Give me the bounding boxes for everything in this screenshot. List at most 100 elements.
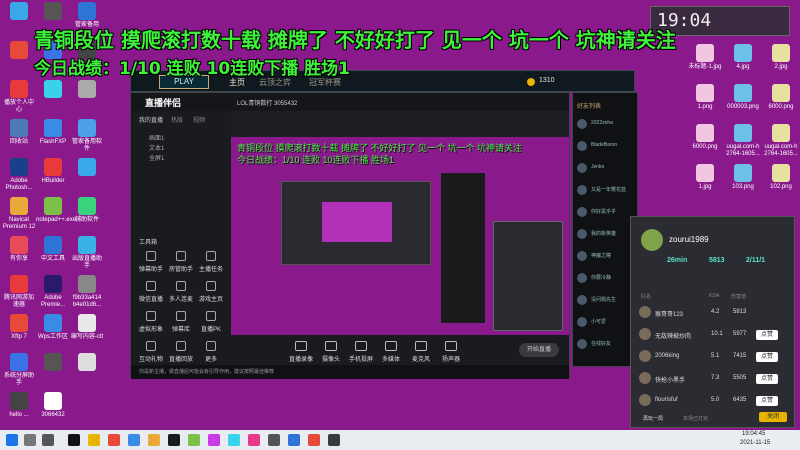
app-icon-8[interactable] <box>268 434 280 446</box>
desktop-icon[interactable]: 有你享 <box>2 236 36 263</box>
friend-item[interactable]: 神魔之瞳 <box>577 249 637 265</box>
desktop-icon[interactable] <box>2 2 36 22</box>
app-icon-1[interactable] <box>128 434 140 446</box>
scene-item-3[interactable]: 全屏1 <box>149 153 164 162</box>
taskbar-date[interactable]: 2021-11-15 <box>740 440 770 446</box>
tool-button[interactable]: 微信直播 <box>137 281 165 303</box>
app-icon-3[interactable] <box>168 434 180 446</box>
file-icon[interactable]: 1.png <box>688 84 722 111</box>
desktop-icon[interactable]: hello ... <box>2 392 36 419</box>
bottom-tool-button[interactable]: 麦克风 <box>407 341 435 363</box>
desktop-icon[interactable]: Adobe Premie... <box>36 275 70 308</box>
file-icon[interactable]: 1.jpg <box>688 164 722 191</box>
file-icon[interactable]: 103.png <box>726 164 760 191</box>
folder-icon[interactable] <box>88 434 100 446</box>
desktop-icon[interactable]: 播放个人中心 <box>2 80 36 113</box>
stream-app-window[interactable]: 直播伴侣 LOL青铜数打 3055432 我的直播 热版 视频 画面1 文本1 … <box>130 92 570 379</box>
desktop-icon[interactable]: 辅助软件 <box>70 197 104 224</box>
app-icon-2[interactable] <box>148 434 160 446</box>
tool-button[interactable]: 弹幕助手 <box>137 251 165 273</box>
start-icon[interactable] <box>6 434 18 446</box>
like-button[interactable]: 点赞 <box>756 374 778 384</box>
like-button[interactable]: 点赞 <box>756 330 778 340</box>
file-icon[interactable]: 未标题-1.jpg <box>688 44 722 71</box>
desktop-icon[interactable]: f9b33a414 b4e01d6... <box>70 275 104 308</box>
friend-item[interactable]: 又是一年樱花蓝 <box>577 183 637 199</box>
search-icon[interactable] <box>24 434 36 446</box>
friend-item[interactable]: 2022zeha <box>577 117 637 133</box>
bottom-tool-button[interactable]: 直播录像 <box>287 341 315 363</box>
friend-item[interactable]: BladeBaron <box>577 139 637 155</box>
bottom-tool-button[interactable]: 扬声器 <box>437 341 465 363</box>
taskview-icon[interactable] <box>42 434 54 446</box>
desktop-icon[interactable] <box>36 80 70 100</box>
desktop-icon[interactable] <box>70 80 104 100</box>
play-again-link[interactable]: 再玩一局 <box>643 415 663 422</box>
tab-my-live[interactable]: 我的直播 <box>139 115 163 124</box>
desktop-icon[interactable]: Adobe Photosh... <box>2 158 36 191</box>
file-icon[interactable]: 4.jpg <box>726 44 760 71</box>
desktop-icon[interactable] <box>36 2 70 22</box>
desktop-icon[interactable]: 系统分屏助手 <box>2 353 36 386</box>
taskbar-time[interactable]: 19:04:45 <box>742 431 765 437</box>
tool-button[interactable]: 房管助手 <box>167 251 195 273</box>
app-icon-7[interactable] <box>248 434 260 446</box>
friend-item[interactable]: 我的新英雄 <box>577 227 637 243</box>
scene-item-1[interactable]: 画面1 <box>149 133 164 142</box>
like-button[interactable]: 点赞 <box>756 396 778 406</box>
friend-item[interactable]: Jenko <box>577 161 637 177</box>
friend-item[interactable]: 在线好友 <box>577 337 637 353</box>
tab-hot[interactable]: 热版 <box>171 115 183 124</box>
desktop-icon[interactable]: Xftp 7 <box>2 314 36 341</box>
desktop-icon[interactable]: 3066432 <box>36 392 70 419</box>
tool-button[interactable]: 主播任务 <box>197 251 225 273</box>
file-icon[interactable]: 6000.png <box>688 124 722 151</box>
app-icon-4[interactable] <box>188 434 200 446</box>
desktop-icon[interactable]: HBuilder <box>36 158 70 185</box>
start-live-button[interactable]: 开始直播 <box>519 343 559 357</box>
close-button[interactable]: 关闭 <box>759 412 787 422</box>
desktop-icon[interactable]: 管家备用软件 <box>70 119 104 152</box>
file-icon[interactable]: 102.png <box>764 164 798 191</box>
tool-button[interactable]: 虚拟形象 <box>137 311 165 333</box>
tool-button[interactable]: 直播PK <box>197 311 225 333</box>
friend-item[interactable]: 小可爱 <box>577 315 637 331</box>
app-icon-6[interactable] <box>228 434 240 446</box>
chrome-icon[interactable] <box>108 434 120 446</box>
desktop-icon[interactable]: Navicat Premium 12 <box>2 197 36 230</box>
friend-item[interactable]: 没问题先生 <box>577 293 637 309</box>
file-icon[interactable]: 6000.png <box>764 84 798 111</box>
player-card[interactable]: zourui1989 26min 5813 2/11/1 队名 KDA 伤害值 … <box>630 216 795 428</box>
file-icon[interactable]: uugal.com-h 2764-1605... <box>764 124 798 157</box>
tool-button[interactable]: 弹幕库 <box>167 311 195 333</box>
desktop-icon[interactable] <box>70 158 104 178</box>
tool-button[interactable]: 互动礼物 <box>137 341 165 363</box>
tool-button[interactable]: 游戏主页 <box>197 281 225 303</box>
desktop-icon[interactable]: 腾讯网游加速器 <box>2 275 36 308</box>
bottom-tool-button[interactable]: 摄像头 <box>317 341 345 363</box>
friend-item[interactable]: 你要冷静 <box>577 271 637 287</box>
app-icon-11[interactable] <box>328 434 340 446</box>
friend-item[interactable]: 你好黑乎乎 <box>577 205 637 221</box>
app-icon-9[interactable] <box>288 434 300 446</box>
tab-video[interactable]: 视频 <box>193 115 205 124</box>
file-icon[interactable]: 000003.png <box>726 84 760 111</box>
desktop-icon[interactable]: 中文工具 <box>36 236 70 263</box>
bottom-tool-button[interactable]: 手机投屏 <box>347 341 375 363</box>
desktop-icon[interactable] <box>2 41 36 61</box>
qq-icon[interactable] <box>68 434 80 446</box>
app-icon-10[interactable] <box>308 434 320 446</box>
friends-panel[interactable]: 好友列表 2022zeha BladeBaron Jenko 又是一年樱花蓝 你好黑乎乎… <box>572 92 638 367</box>
desktop-icon[interactable] <box>70 353 104 373</box>
app-icon-5[interactable] <box>208 434 220 446</box>
desktop-icon[interactable]: FlashFXP <box>36 119 70 146</box>
desktop-icon[interactable]: 出版直播助手 <box>70 236 104 269</box>
bottom-tool-button[interactable]: 多媒体 <box>377 341 405 363</box>
tool-button[interactable]: 多人连麦 <box>167 281 195 303</box>
tool-button[interactable]: 直播回放 <box>167 341 195 363</box>
scene-item-2[interactable]: 文本1 <box>149 143 164 152</box>
desktop-icon[interactable] <box>36 353 70 373</box>
file-icon[interactable]: 2.jpg <box>764 44 798 71</box>
file-icon[interactable]: uugal.com-h 2764-1605... <box>726 124 760 157</box>
desktop-icon[interactable]: 回收站 <box>2 119 36 146</box>
